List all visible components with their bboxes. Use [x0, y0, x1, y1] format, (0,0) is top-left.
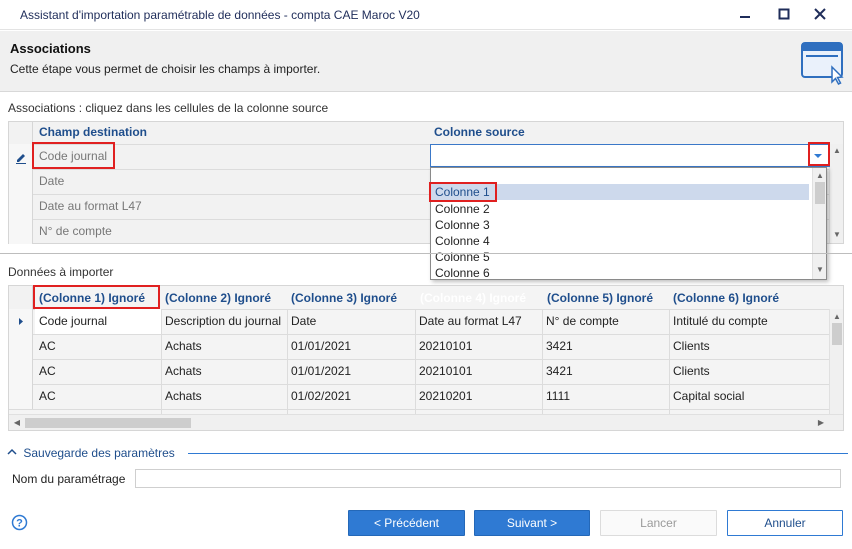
data-cell[interactable]: Achats — [161, 334, 287, 359]
data-cell[interactable]: 01/01/2021 — [287, 359, 415, 384]
dropdown-option-colonne-2[interactable]: Colonne 2 — [431, 201, 809, 217]
source-column-combo[interactable] — [430, 144, 830, 167]
data-cell[interactable]: 1111 — [542, 384, 670, 409]
scroll-up-icon[interactable]: ▲ — [830, 312, 844, 321]
row-selector — [9, 384, 33, 409]
scroll-down-icon[interactable]: ▼ — [830, 230, 844, 239]
dropdown-option-colonne-4[interactable]: Colonne 4 — [431, 233, 809, 249]
scroll-down-icon[interactable]: ▼ — [813, 265, 827, 274]
data-scrollbar-vertical[interactable]: ▲ — [829, 309, 843, 414]
col-header-source: Colonne source — [434, 125, 525, 139]
data-cell[interactable]: 20210101 — [415, 359, 543, 384]
col-header-2[interactable]: (Colonne 2) Ignoré — [161, 286, 289, 311]
data-import-label: Données à importer — [8, 265, 114, 279]
data-cell[interactable]: Achats — [161, 384, 287, 409]
help-icon[interactable]: ? — [11, 514, 28, 531]
row-selector — [9, 219, 33, 244]
row-selector — [9, 334, 33, 359]
data-cell[interactable]: Date — [287, 309, 415, 334]
data-cell[interactable]: Code journal — [35, 309, 161, 334]
scroll-thumb[interactable] — [815, 182, 825, 204]
dropdown-option-colonne-6[interactable]: Colonne 6 — [431, 265, 809, 281]
row-edit-indicator — [9, 144, 33, 169]
association-row-date: Date — [39, 174, 65, 188]
cancel-button[interactable]: Annuler — [727, 510, 843, 536]
dropdown-button-highlight — [808, 142, 830, 166]
col-header-3[interactable]: (Colonne 3) Ignoré — [287, 286, 415, 311]
step-subtitle: Cette étape vous permet de choisir les c… — [10, 62, 321, 76]
next-button[interactable]: Suivant > — [474, 510, 590, 536]
association-row-date-l47: Date au format L47 — [39, 199, 142, 213]
scroll-up-icon[interactable]: ▲ — [830, 146, 844, 155]
maximize-icon[interactable] — [769, 4, 799, 26]
data-cell[interactable]: 01/01/2021 — [287, 334, 415, 359]
minimize-icon[interactable] — [730, 4, 760, 26]
colonne-1-header-highlight — [33, 285, 160, 309]
associations-scrollbar[interactable]: ▲ ▼ — [829, 144, 843, 243]
pencil-icon — [16, 154, 26, 164]
data-cell[interactable]: Capital social — [669, 384, 827, 409]
scroll-thumb[interactable] — [25, 418, 191, 428]
previous-button[interactable]: < Précédent — [348, 510, 465, 536]
dropdown-scrollbar[interactable]: ▲ ▼ — [812, 168, 826, 279]
data-cell[interactable]: 01/02/2021 — [287, 384, 415, 409]
row-selector — [9, 169, 33, 194]
arrow-right-icon — [19, 318, 23, 325]
scroll-left-icon[interactable]: ◀ — [11, 418, 23, 427]
data-cell[interactable]: AC — [35, 334, 161, 359]
data-cell[interactable]: 20210101 — [415, 334, 543, 359]
row-selector — [9, 359, 33, 384]
data-cell[interactable]: 20210201 — [415, 384, 543, 409]
close-icon[interactable] — [805, 4, 835, 26]
name-label: Nom du paramétrage — [12, 472, 126, 486]
scroll-right-icon[interactable]: ▶ — [815, 418, 827, 427]
launch-button[interactable]: Lancer — [600, 510, 717, 536]
step-title: Associations — [10, 41, 91, 56]
data-cell[interactable]: Achats — [161, 359, 287, 384]
scroll-thumb[interactable] — [832, 323, 842, 345]
data-cell[interactable]: 3421 — [542, 359, 670, 384]
data-cell[interactable]: 3421 — [542, 334, 670, 359]
col-header-5[interactable]: (Colonne 5) Ignoré — [543, 286, 671, 311]
svg-text:?: ? — [16, 518, 23, 530]
current-row-indicator — [9, 309, 33, 334]
data-cell[interactable]: Date au format L47 — [415, 309, 543, 334]
association-row-compte: N° de compte — [39, 224, 112, 238]
data-cell[interactable]: Intitulé du compte — [669, 309, 827, 334]
settings-name-input[interactable] — [135, 469, 841, 488]
data-cell[interactable]: AC — [35, 384, 161, 409]
save-section-header[interactable]: Sauvegarde des paramètres — [6, 446, 175, 460]
data-cell[interactable]: N° de compte — [542, 309, 670, 334]
step-header: Associations Cette étape vous permet de … — [0, 31, 852, 92]
col-header-6[interactable]: (Colonne 6) Ignoré — [669, 286, 809, 311]
splitter[interactable] — [0, 253, 852, 254]
window-title: Assistant d'importation paramétrable de … — [20, 8, 420, 22]
dropdown-option-colonne-5[interactable]: Colonne 5 — [431, 249, 809, 265]
grid-corner — [9, 286, 33, 311]
associations-label: Associations : cliquez dans les cellules… — [8, 101, 329, 115]
collapse-chevron-icon[interactable] — [6, 447, 20, 460]
save-section-divider — [188, 453, 848, 454]
save-section-title: Sauvegarde des paramètres — [23, 446, 175, 460]
col-header-4[interactable]: (Colonne 4) Ignoré — [416, 286, 544, 311]
dropdown-option-colonne-3[interactable]: Colonne 3 — [431, 217, 809, 233]
data-cell[interactable]: Description du journal — [161, 309, 287, 334]
title-bar: Assistant d'importation paramétrable de … — [0, 0, 852, 30]
code-journal-highlight — [32, 142, 115, 169]
wizard-window-icon — [801, 42, 844, 85]
colonne-1-highlight — [429, 182, 497, 202]
data-cell[interactable]: Clients — [669, 334, 827, 359]
scroll-up-icon[interactable]: ▲ — [813, 171, 827, 180]
data-cell[interactable]: AC — [35, 359, 161, 384]
data-scrollbar-horizontal[interactable]: ◀ ▶ — [9, 414, 843, 430]
row-selector — [9, 194, 33, 219]
data-cell[interactable]: Clients — [669, 359, 827, 384]
